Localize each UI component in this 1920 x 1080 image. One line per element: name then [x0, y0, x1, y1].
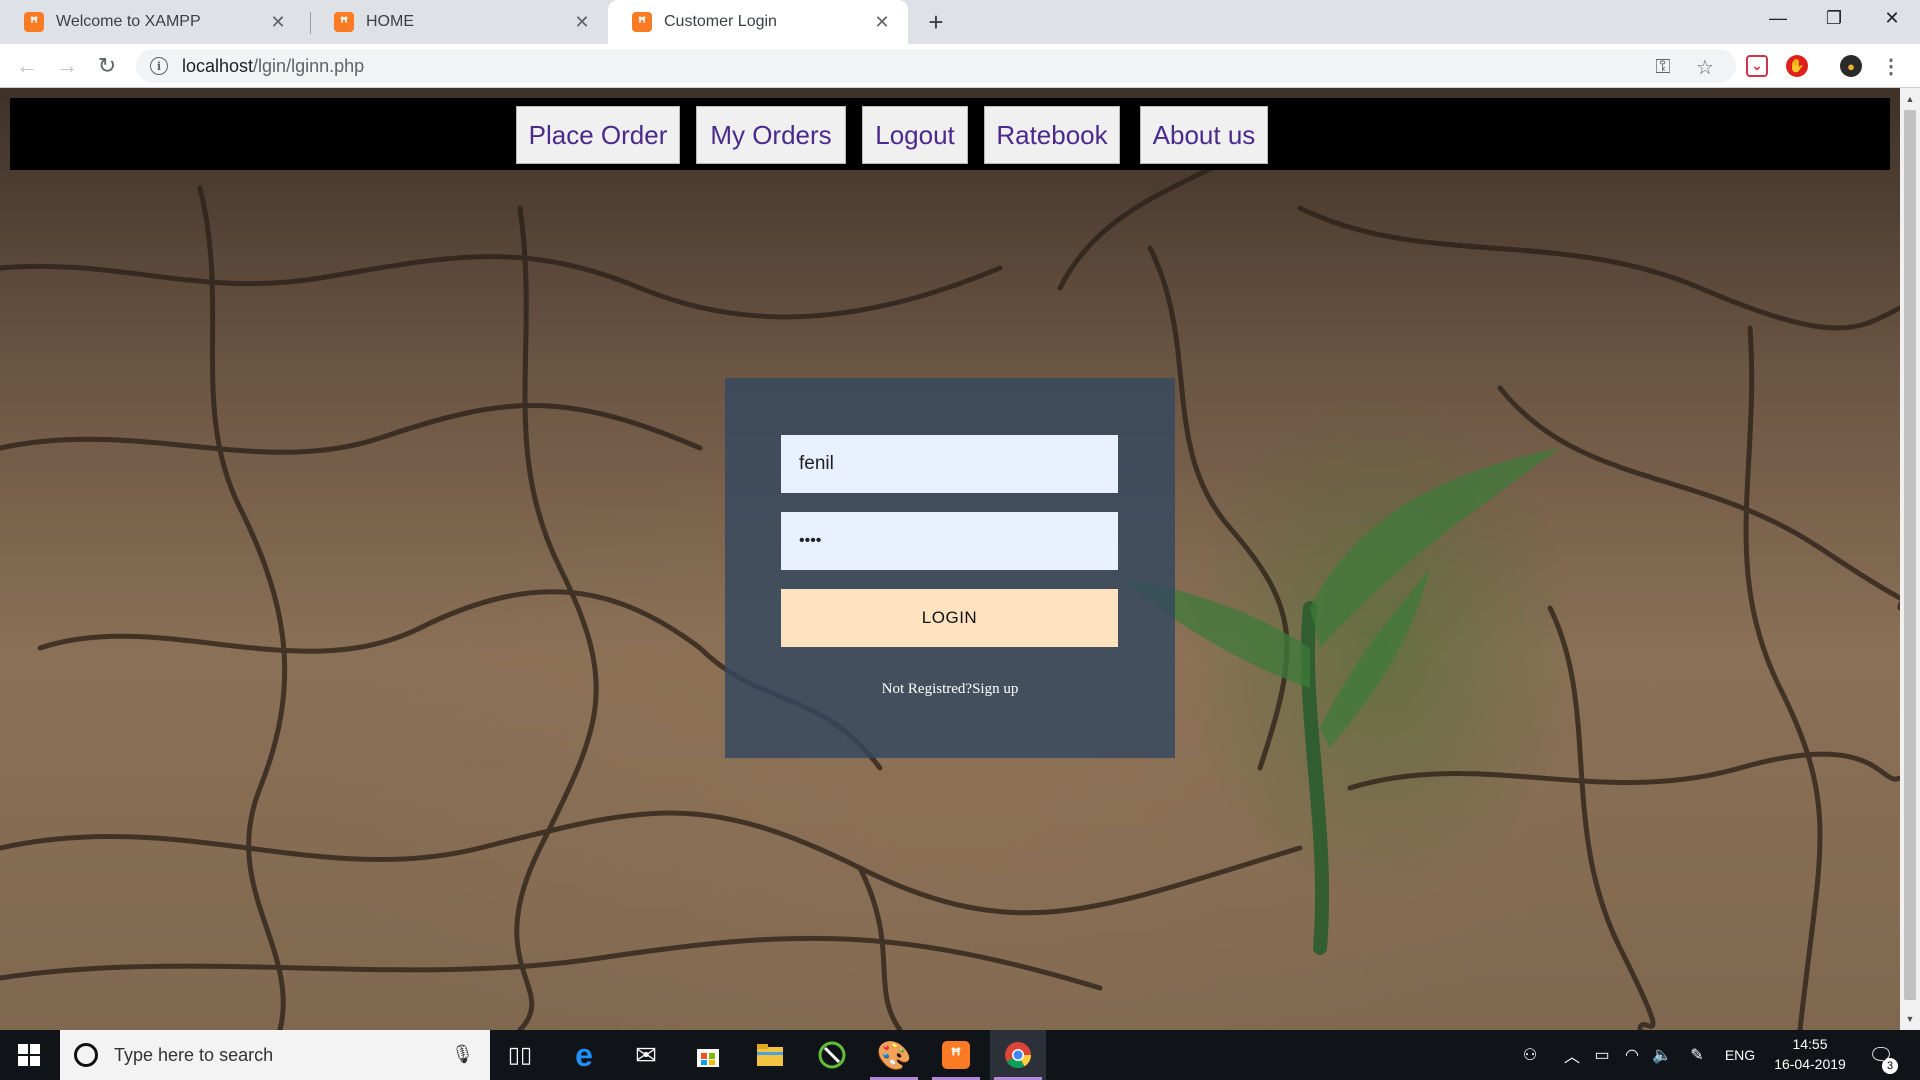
pen-icon[interactable]: ✎ — [1682, 1030, 1712, 1080]
signup-link[interactable]: Sign up — [972, 681, 1018, 697]
clock-time: 14:55 — [1792, 1036, 1828, 1052]
xampp-icon: ꟸ — [24, 12, 44, 32]
scroll-down-icon[interactable]: ▼ — [1900, 1010, 1920, 1028]
chrome-taskbar-icon[interactable] — [990, 1030, 1046, 1080]
wifi-icon[interactable]: ◠ — [1618, 1030, 1646, 1080]
star-icon[interactable]: ☆ — [1694, 56, 1716, 79]
login-form: fenil •••• LOGIN Not Registred?Sign up — [725, 378, 1175, 758]
not-registered-text: Not Registred? — [881, 681, 973, 697]
close-icon[interactable]: ✕ — [572, 12, 592, 32]
key-icon[interactable]: ⚿ — [1652, 56, 1674, 78]
taskbar-clock[interactable]: 14:55 16-04-2019 — [1766, 1034, 1854, 1074]
tab-welcome-to-xampp[interactable]: ꟸ Welcome to XAMPP ✕ — [0, 0, 304, 44]
nav-my-orders[interactable]: My Orders — [696, 106, 846, 164]
language-indicator[interactable]: ENG — [1718, 1030, 1762, 1080]
microphone-icon[interactable]: 🎙 — [451, 1044, 474, 1065]
search-placeholder: Type here to search — [114, 1044, 274, 1065]
battery-icon[interactable]: ▭ — [1588, 1030, 1616, 1080]
url-path: /lgin/lginn.php — [253, 55, 365, 76]
pocket-extension-icon[interactable]: ⌄ — [1746, 55, 1768, 77]
tab-home[interactable]: ꟸ HOME ✕ — [310, 0, 608, 44]
windows-logo-icon — [18, 1044, 40, 1066]
windows-start-button[interactable] — [0, 1030, 58, 1080]
tab-customer-login[interactable]: ꟸ Customer Login ✕ — [608, 0, 908, 44]
xampp-taskbar-icon[interactable]: ꟸ — [928, 1030, 984, 1080]
menu-dots-icon[interactable]: ⋮ — [1880, 55, 1902, 78]
password-input[interactable]: •••• — [781, 512, 1118, 570]
mail-icon[interactable]: ✉ — [618, 1030, 674, 1080]
circle-slash-icon — [818, 1041, 846, 1069]
username-input[interactable]: fenil — [781, 435, 1118, 493]
nav-about-us[interactable]: About us — [1140, 106, 1268, 164]
chevron-up-icon[interactable]: ︿ — [1558, 1030, 1586, 1080]
nav-place-order[interactable]: Place Order — [516, 106, 680, 164]
scroll-up-icon[interactable]: ▲ — [1900, 90, 1920, 108]
back-icon[interactable]: ← — [12, 52, 42, 80]
close-icon[interactable]: ✕ — [268, 12, 288, 32]
task-view-icon[interactable]: ▯▯ — [492, 1030, 548, 1080]
info-icon[interactable]: i — [150, 57, 168, 75]
close-window-icon[interactable]: ✕ — [1864, 0, 1920, 36]
chrome-icon — [1005, 1042, 1032, 1069]
url-host: localhost — [182, 55, 254, 76]
signup-prompt: Not Registred?Sign up — [725, 681, 1175, 698]
new-tab-button[interactable]: + — [922, 7, 950, 37]
taskbar-search[interactable]: Type here to search 🎙 — [60, 1030, 490, 1080]
tab-title: Welcome to XAMPP — [56, 13, 201, 30]
folder-icon — [757, 1044, 783, 1066]
address-bar[interactable]: i localhost/lgin/lginn.php ⚿ ☆ — [136, 49, 1736, 83]
xampp-icon: ꟸ — [334, 12, 354, 32]
edge-icon[interactable]: e — [556, 1030, 612, 1080]
close-icon[interactable]: ✕ — [872, 12, 892, 32]
paint-icon[interactable]: 🎨 — [866, 1030, 922, 1080]
minimize-icon[interactable]: — — [1750, 0, 1806, 36]
xampp-icon: ꟸ — [632, 12, 652, 32]
restore-icon[interactable]: ❐ — [1806, 0, 1862, 36]
tab-title: Customer Login — [664, 13, 777, 30]
scroll-thumb[interactable] — [1904, 110, 1916, 1000]
site-navbar: Place Order My Orders Logout Ratebook Ab… — [10, 98, 1890, 170]
reload-icon[interactable]: ↻ — [92, 52, 122, 80]
url-text[interactable]: localhost/lgin/lginn.php — [182, 56, 364, 77]
store-bag-icon — [697, 1049, 719, 1067]
page-viewport: Place Order My Orders Logout Ratebook Ab… — [0, 88, 1900, 1030]
browser-tab-strip: ꟸ Welcome to XAMPP ✕ ꟸ HOME ✕ ꟸ Customer… — [0, 0, 1920, 44]
people-icon[interactable]: ⚇ — [1512, 1030, 1548, 1080]
nav-logout[interactable]: Logout — [862, 106, 968, 164]
clock-date: 16-04-2019 — [1774, 1056, 1846, 1072]
browser-toolbar: ← → ↻ i localhost/lgin/lginn.php ⚿ ☆ ⌄ ✋… — [0, 44, 1920, 88]
adblock-extension-icon[interactable]: ✋ — [1786, 55, 1808, 77]
file-explorer-icon[interactable] — [742, 1030, 798, 1080]
notification-count-badge: 3 — [1882, 1058, 1898, 1074]
store-icon[interactable] — [680, 1030, 736, 1080]
nav-ratebook[interactable]: Ratebook — [984, 106, 1120, 164]
profile-avatar-icon[interactable]: ● — [1840, 55, 1862, 77]
tab-title: HOME — [366, 13, 414, 30]
volume-icon[interactable]: 🔈 — [1648, 1030, 1676, 1080]
page-scrollbar[interactable]: ▲ ▼ — [1900, 88, 1920, 1030]
cortana-icon — [74, 1043, 98, 1067]
forward-icon[interactable]: → — [52, 52, 82, 80]
login-button[interactable]: LOGIN — [781, 589, 1118, 647]
windows-taskbar: Type here to search 🎙 ▯▯ e ✉ 🎨 ꟸ ⚇ ︿ ▭ ◠… — [0, 1030, 1920, 1080]
xampp-icon: ꟸ — [942, 1041, 970, 1069]
app-green-icon[interactable] — [804, 1030, 860, 1080]
